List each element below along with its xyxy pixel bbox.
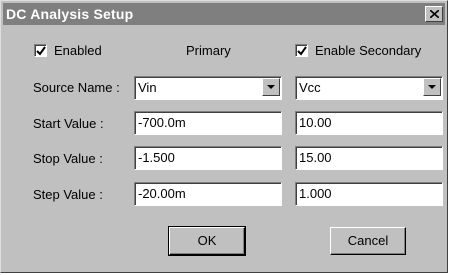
secondary-stop-input[interactable] <box>299 150 419 165</box>
primary-source-select[interactable]: Vin <box>134 76 282 100</box>
cancel-button[interactable]: Cancel <box>330 227 406 255</box>
primary-start-field[interactable] <box>134 111 282 135</box>
primary-stop-input[interactable] <box>138 150 258 165</box>
source-name-label: Source Name : <box>33 80 120 95</box>
close-icon <box>430 10 439 18</box>
primary-source-dropdown-button[interactable] <box>262 78 280 96</box>
secondary-step-field[interactable] <box>295 182 443 206</box>
step-value-label: Step Value : <box>33 187 103 202</box>
stop-value-label: Stop Value : <box>33 151 103 166</box>
enabled-checkbox[interactable]: Enabled <box>34 43 102 58</box>
secondary-start-input[interactable] <box>299 115 419 130</box>
close-button[interactable] <box>425 6 443 22</box>
enable-secondary-label: Enable Secondary <box>315 43 422 58</box>
secondary-source-dropdown-button[interactable] <box>423 78 441 96</box>
start-value-label: Start Value : <box>33 116 104 131</box>
checkmark-icon <box>36 46 46 56</box>
checkmark-icon <box>297 46 307 56</box>
chevron-down-icon <box>428 85 436 89</box>
ok-button[interactable]: OK <box>168 226 246 256</box>
dialog-title: DC Analysis Setup <box>6 6 134 22</box>
primary-column-label: Primary <box>186 43 231 58</box>
secondary-start-field[interactable] <box>295 111 443 135</box>
enable-secondary-checkbox-box[interactable] <box>295 44 308 57</box>
secondary-step-input[interactable] <box>299 186 419 201</box>
enable-secondary-checkbox[interactable]: Enable Secondary <box>295 43 421 58</box>
primary-source-value: Vin <box>138 80 157 95</box>
secondary-source-value: Vcc <box>299 80 321 95</box>
enabled-checkbox-box[interactable] <box>34 44 47 57</box>
dc-analysis-setup-dialog: DC Analysis Setup Enabled Primary Enable… <box>0 0 448 273</box>
primary-start-input[interactable] <box>138 115 258 130</box>
primary-step-field[interactable] <box>134 182 282 206</box>
secondary-stop-field[interactable] <box>295 146 443 170</box>
chevron-down-icon <box>267 85 275 89</box>
title-bar[interactable]: DC Analysis Setup <box>3 3 445 25</box>
enabled-label: Enabled <box>54 43 102 58</box>
primary-stop-field[interactable] <box>134 146 282 170</box>
primary-step-input[interactable] <box>138 186 258 201</box>
secondary-source-select[interactable]: Vcc <box>295 76 443 100</box>
